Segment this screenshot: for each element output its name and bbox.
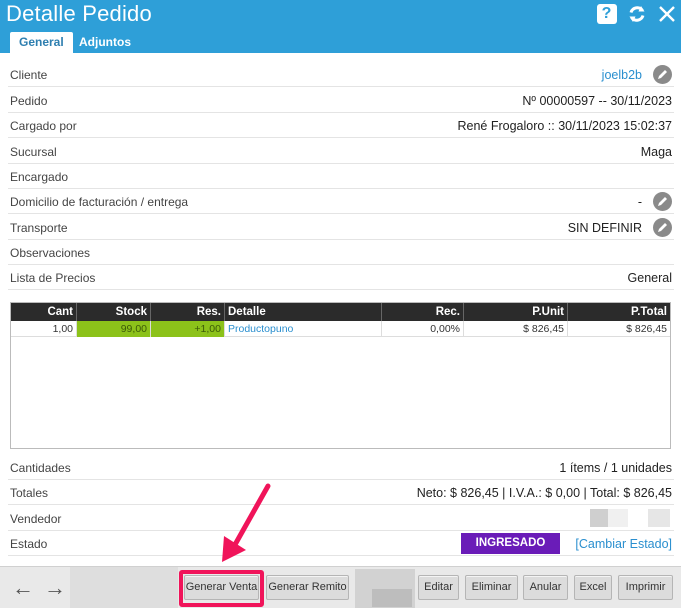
cantidades-value: 1 ítems / 1 unidades [559,461,672,475]
field-pedido: Pedido Nº 00000597 -- 30/11/2023 [8,88,674,113]
cell-ptotal: $ 826,45 [626,323,667,335]
cell-rec: 0,00% [382,321,464,337]
transporte-value: SIN DEFINIR [567,221,642,235]
tab-bar: General Adjuntos [0,27,681,53]
encargado-label: Encargado [10,170,69,184]
vendedor-redacted [590,509,608,527]
redacted-area-3 [372,589,412,607]
field-totales: Totales Neto: $ 826,45 | I.V.A.: $ 0,00 … [8,480,674,505]
cargado-value: René Frogaloro :: 30/11/2023 15:02:37 [457,119,672,133]
col-header-cant[interactable]: Cant [11,303,77,321]
cell-punit: $ 826,45 [464,321,568,337]
field-lista-precios: Lista de Precios General [8,265,674,290]
refresh-icon[interactable] [626,3,647,24]
col-header-punit[interactable]: P.Unit [464,303,568,321]
footer-toolbar: ← → Generar Venta Generar Remito Editar … [0,566,681,608]
annotation-highlight-box [179,570,264,607]
tab-general[interactable]: General [10,32,73,53]
close-icon[interactable] [656,3,677,24]
edit-domicilio-icon[interactable] [653,192,672,211]
domicilio-value: - [637,195,642,209]
table-row[interactable]: 1,00 99,00 +1,00 Productopuno 0,00% $ 82… [11,321,670,337]
vendedor-label: Vendedor [10,512,62,526]
col-header-rec[interactable]: Rec. [382,303,464,321]
cell-cant: 1,00 [11,321,77,337]
grid-header: Cant Stock Res. Detalle Rec. P.Unit P.To… [11,303,670,321]
help-glyph: ? [596,3,617,24]
col-header-detalle[interactable]: Detalle [225,303,382,321]
cell-stock: 99,00 [77,321,151,337]
cell-detalle-link[interactable]: Productopuno [225,321,382,337]
tab-adjuntos[interactable]: Adjuntos [70,32,140,53]
generar-remito-button[interactable]: Generar Remito [266,575,349,600]
estado-label: Estado [10,537,48,551]
help-icon[interactable]: ? [596,3,617,24]
items-grid: Cant Stock Res. Detalle Rec. P.Unit P.To… [10,302,671,449]
edit-transporte-icon[interactable] [653,218,672,237]
cliente-label: Cliente [10,68,48,82]
cambiar-estado-link[interactable]: [Cambiar Estado] [575,537,672,551]
col-header-ptotal[interactable]: P.Total [568,303,670,321]
field-sucursal: Sucursal Maga [8,139,674,164]
forward-arrow-icon[interactable]: → [44,577,66,599]
observaciones-label: Observaciones [10,246,91,260]
pedido-value: Nº 00000597 -- 30/11/2023 [522,94,672,108]
cantidades-label: Cantidades [10,461,71,475]
field-observaciones: Observaciones [8,240,674,265]
eliminar-button[interactable]: Eliminar [465,575,518,600]
annotation-arrow-icon [222,483,271,562]
redacted-area [70,567,178,608]
imprimir-button[interactable]: Imprimir [618,575,673,600]
field-cliente: Cliente joelb2b [8,62,674,87]
status-badge: INGRESADO [461,533,560,554]
field-domicilio: Domicilio de facturación / entrega - [8,189,674,214]
field-cargado-por: Cargado por René Frogaloro :: 30/11/2023… [8,113,674,138]
vendedor-redacted-2 [608,509,628,527]
vendedor-redacted-3 [648,509,670,527]
window-title: Detalle Pedido [6,1,152,26]
sucursal-value: Maga [640,145,672,159]
cell-res: +1,00 [151,321,225,337]
domicilio-label: Domicilio de facturación / entrega [10,195,189,209]
anular-button[interactable]: Anular [523,575,568,600]
totales-label: Totales [10,486,49,500]
excel-button[interactable]: Excel [574,575,612,600]
field-vendedor: Vendedor [8,506,674,531]
field-estado: Estado INGRESADO [Cambiar Estado] [8,531,674,556]
pedido-label: Pedido [10,94,48,108]
lista-precios-value: General [627,271,672,285]
transporte-label: Transporte [10,221,68,235]
window-titlebar: Detalle Pedido ? [0,0,681,27]
field-transporte: Transporte SIN DEFINIR [8,215,674,240]
edit-cliente-icon[interactable] [653,65,672,84]
field-encargado: Encargado [8,164,674,189]
totales-value: Neto: $ 826,45 | I.V.A.: $ 0,00 | Total:… [416,486,672,500]
sucursal-label: Sucursal [10,145,57,159]
editar-button[interactable]: Editar [418,575,459,600]
lista-precios-label: Lista de Precios [10,271,96,285]
cargado-label: Cargado por [10,119,77,133]
cliente-link[interactable]: joelb2b [602,68,642,82]
field-cantidades: Cantidades 1 ítems / 1 unidades [8,455,674,480]
back-arrow-icon[interactable]: ← [12,577,34,599]
col-header-res[interactable]: Res. [151,303,225,321]
col-header-stock[interactable]: Stock [77,303,151,321]
